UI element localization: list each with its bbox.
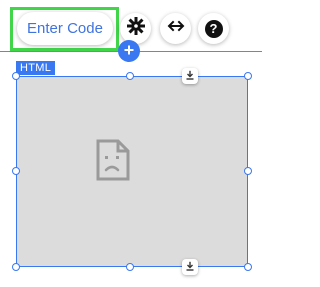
- gear-icon: [126, 16, 145, 40]
- element-type-label: HTML: [20, 62, 52, 74]
- plus-icon: [124, 42, 134, 60]
- enter-code-button[interactable]: Enter Code: [17, 12, 113, 45]
- resize-handle-bottom-center[interactable]: [126, 263, 134, 271]
- element-type-tag: HTML: [16, 61, 56, 75]
- resize-handle-top-right[interactable]: [244, 72, 252, 80]
- download-button-bottom[interactable]: [182, 259, 198, 275]
- resize-handle-bottom-left[interactable]: [12, 263, 20, 271]
- resize-handle-top-left[interactable]: [12, 72, 20, 80]
- resize-handle-top-center[interactable]: [126, 72, 134, 80]
- horizontal-arrows-icon: [166, 18, 186, 39]
- download-icon: [185, 258, 195, 276]
- enter-code-label: Enter Code: [27, 20, 103, 37]
- resize-handle-middle-left[interactable]: [12, 167, 20, 175]
- broken-document-icon: [96, 139, 130, 181]
- resize-handle-bottom-right[interactable]: [244, 263, 252, 271]
- settings-button[interactable]: [120, 13, 151, 44]
- question-mark-icon: ?: [204, 19, 223, 38]
- help-button[interactable]: ?: [198, 13, 229, 44]
- download-button-top[interactable]: [182, 68, 198, 84]
- add-element-button[interactable]: [118, 40, 140, 62]
- resize-handle-middle-right[interactable]: [244, 167, 252, 175]
- help-glyph: ?: [209, 20, 218, 36]
- download-icon: [185, 67, 195, 85]
- html-embed-frame[interactable]: [16, 76, 248, 267]
- stretch-button[interactable]: [160, 13, 191, 44]
